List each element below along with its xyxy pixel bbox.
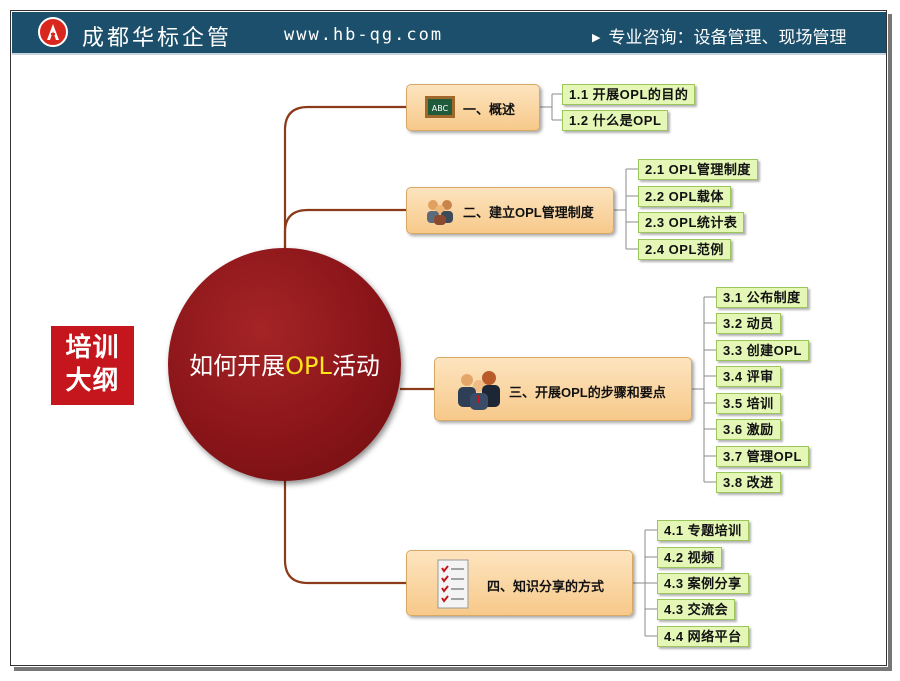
- checklist-icon: [437, 559, 469, 614]
- leaf-1-1[interactable]: 1.1 开展OPL的目的: [562, 84, 696, 105]
- connector-branch-4-leaves: [633, 529, 657, 637]
- leaf-3-6[interactable]: 3.6 激励: [716, 419, 781, 440]
- leaf-2-4[interactable]: 2.4 OPL范例: [638, 239, 731, 260]
- team-icon: [425, 197, 455, 230]
- connector-branch-1-leaves: [540, 93, 562, 121]
- central-title-suffix: 活动: [331, 352, 380, 380]
- leaf-4-3[interactable]: 4.3 案例分享: [657, 573, 749, 594]
- connector-center-branch-2: [283, 208, 406, 250]
- leaf-3-7[interactable]: 3.7 管理OPL: [716, 446, 809, 467]
- leaf-3-1[interactable]: 3.1 公布制度: [716, 287, 808, 308]
- leaf-2-3[interactable]: 2.3 OPL统计表: [638, 212, 745, 233]
- central-topic-title: 如何开展OPL活动: [168, 346, 401, 381]
- leaf-4-5[interactable]: 4.4 网络平台: [657, 626, 749, 647]
- connector-center-branch-4: [283, 480, 406, 585]
- branch-management-system[interactable]: 二、建立OPL管理制度: [406, 187, 614, 234]
- leaf-4-2[interactable]: 4.2 视频: [657, 547, 722, 568]
- leaf-1-2[interactable]: 1.2 什么是OPL: [562, 110, 669, 131]
- leaf-2-2[interactable]: 2.2 OPL载体: [638, 186, 731, 207]
- leaf-3-3[interactable]: 3.3 创建OPL: [716, 340, 809, 361]
- leaf-3-4[interactable]: 3.4 评审: [716, 366, 781, 387]
- leaf-4-4[interactable]: 4.3 交流会: [657, 599, 736, 620]
- connector-center-branch-1: [283, 105, 406, 250]
- leaf-3-2[interactable]: 3.2 动员: [716, 313, 781, 334]
- svg-text:ABC: ABC: [432, 104, 449, 113]
- branch-3-label: 三、开展OPL的步骤和要点: [509, 385, 666, 400]
- branch-1-label: 一、概述: [463, 102, 516, 117]
- leaf-4-1[interactable]: 4.1 专题培训: [657, 520, 749, 541]
- abc-blackboard-icon: ABC: [425, 96, 455, 123]
- branch-4-label: 四、知识分享的方式: [487, 579, 605, 594]
- branch-overview[interactable]: ABC 一、概述: [406, 84, 540, 131]
- branch-steps-key-points[interactable]: 三、开展OPL的步骤和要点: [434, 357, 692, 421]
- leaf-3-8[interactable]: 3.8 改进: [716, 472, 781, 493]
- branch-knowledge-sharing[interactable]: 四、知识分享的方式: [406, 550, 633, 616]
- leaf-3-5[interactable]: 3.5 培训: [716, 393, 781, 414]
- central-title-highlight: OPL: [285, 352, 332, 380]
- connector-branch-2-leaves: [614, 168, 638, 250]
- business-people-icon: [455, 370, 503, 415]
- leaf-2-1[interactable]: 2.1 OPL管理制度: [638, 159, 758, 180]
- connector-branch-3-leaves: [692, 296, 716, 483]
- central-title-prefix: 如何开展: [189, 352, 286, 380]
- branch-2-label: 二、建立OPL管理制度: [463, 205, 594, 220]
